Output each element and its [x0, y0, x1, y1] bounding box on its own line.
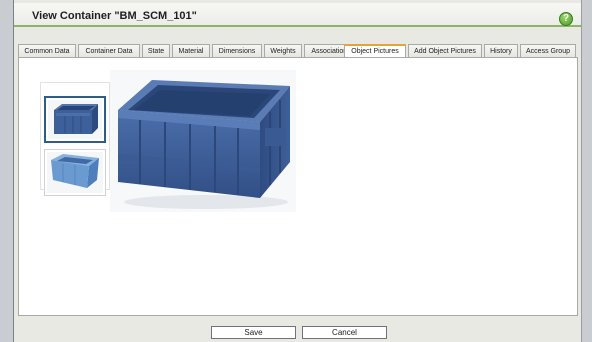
tab-access-group[interactable]: Access Group: [520, 44, 576, 58]
window-title: View Container "BM_SCM_101": [32, 10, 197, 22]
background-right-margin: [582, 0, 592, 342]
object-pictures-panel: [18, 57, 578, 316]
save-button[interactable]: Save: [211, 326, 296, 339]
tab-add-object-pictures[interactable]: Add Object Pictures: [408, 44, 482, 58]
tab-weights[interactable]: Weights: [264, 44, 302, 58]
tab-container-data[interactable]: Container Data: [78, 44, 140, 58]
thumbnail-1[interactable]: [44, 96, 106, 143]
tab-common-data[interactable]: Common Data: [18, 44, 76, 58]
container-crate-icon: [51, 154, 99, 188]
thumbnail-2[interactable]: [44, 149, 106, 196]
window-title-bar: View Container "BM_SCM_101" ?: [14, 3, 581, 27]
tab-history[interactable]: History: [484, 44, 518, 58]
background-left-margin: [0, 0, 13, 342]
cancel-button[interactable]: Cancel: [302, 326, 387, 339]
tab-strip: Common Data Container Data State Materia…: [14, 44, 581, 59]
container-crate-icon: [54, 104, 98, 134]
tab-state[interactable]: State: [142, 44, 170, 58]
tab-material[interactable]: Material: [172, 44, 210, 58]
tab-dimensions[interactable]: Dimensions: [212, 44, 262, 58]
container-crate-icon: [118, 80, 290, 209]
action-bar: Save Cancel: [14, 320, 581, 342]
main-object-picture: [110, 70, 296, 212]
thumbnail-list: [40, 82, 110, 196]
help-icon[interactable]: ?: [559, 12, 573, 26]
view-container-window: View Container "BM_SCM_101" ? Common Dat…: [13, 0, 582, 342]
